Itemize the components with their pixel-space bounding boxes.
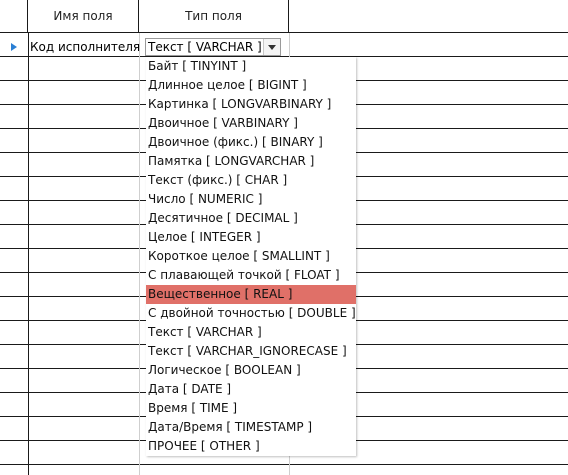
- column-divider-1: [139, 33, 140, 475]
- field-name-cell[interactable]: Код исполнителя: [30, 38, 140, 56]
- dropdown-option[interactable]: Десятичное [ DECIMAL ]: [146, 209, 356, 228]
- column-header-field-type-label: Тип поля: [185, 9, 242, 23]
- field-type-dropdown-list: Байт [ TINYINT ] Длинное целое [ BIGINT ]…: [146, 57, 356, 456]
- dropdown-option[interactable]: Текст [ VARCHAR_IGNORECASE ]: [146, 342, 356, 361]
- column-header-field-name-label: Имя поля: [53, 9, 113, 23]
- current-row-arrow-icon: [11, 43, 17, 51]
- dropdown-option[interactable]: Целое [ INTEGER ]: [146, 228, 356, 247]
- field-type-combobox[interactable]: Текст [ VARCHAR ]: [145, 38, 281, 56]
- field-type-value: Текст [ VARCHAR ]: [148, 40, 262, 54]
- dropdown-option[interactable]: Текст [ VARCHAR ]: [146, 323, 356, 342]
- column-header-field-name[interactable]: Имя поля: [28, 0, 139, 33]
- dropdown-option[interactable]: ПРОЧЕЕ [ OTHER ]: [146, 437, 356, 456]
- dropdown-option[interactable]: С двойной точностью [ DOUBLE ]: [146, 304, 356, 323]
- dropdown-option[interactable]: Байт [ TINYINT ]: [146, 57, 356, 76]
- dropdown-option[interactable]: Число [ NUMERIC ]: [146, 190, 356, 209]
- dropdown-option[interactable]: Логическое [ BOOLEAN ]: [146, 361, 356, 380]
- chevron-down-icon: [268, 44, 276, 50]
- column-header-field-type[interactable]: Тип поля: [139, 0, 289, 33]
- dropdown-option[interactable]: С плавающей точкой [ FLOAT ]: [146, 266, 356, 285]
- dropdown-option[interactable]: Текст (фикс.) [ CHAR ]: [146, 171, 356, 190]
- row-selector-current[interactable]: [0, 35, 28, 59]
- header-filler: [289, 0, 568, 33]
- dropdown-option[interactable]: Дата/Время [ TIMESTAMP ]: [146, 418, 356, 437]
- dropdown-button[interactable]: [263, 39, 280, 55]
- header-corner: [0, 0, 28, 33]
- row-header-divider: [28, 33, 29, 475]
- dropdown-option[interactable]: Памятка [ LONGVARCHAR ]: [146, 152, 356, 171]
- dropdown-option[interactable]: Вещественное [ REAL ]: [146, 285, 356, 304]
- dropdown-option[interactable]: Длинное целое [ BIGINT ]: [146, 76, 356, 95]
- dropdown-option[interactable]: Время [ TIME ]: [146, 399, 356, 418]
- field-design-grid: Имя поля Тип поля Код исполнителя Текст …: [0, 0, 568, 475]
- dropdown-option[interactable]: Короткое целое [ SMALLINT ]: [146, 247, 356, 266]
- dropdown-option[interactable]: Дата [ DATE ]: [146, 380, 356, 399]
- dropdown-option[interactable]: Картинка [ LONGVARBINARY ]: [146, 95, 356, 114]
- dropdown-option[interactable]: Двоичное [ VARBINARY ]: [146, 114, 356, 133]
- dropdown-option[interactable]: Двоичное (фикс.) [ BINARY ]: [146, 133, 356, 152]
